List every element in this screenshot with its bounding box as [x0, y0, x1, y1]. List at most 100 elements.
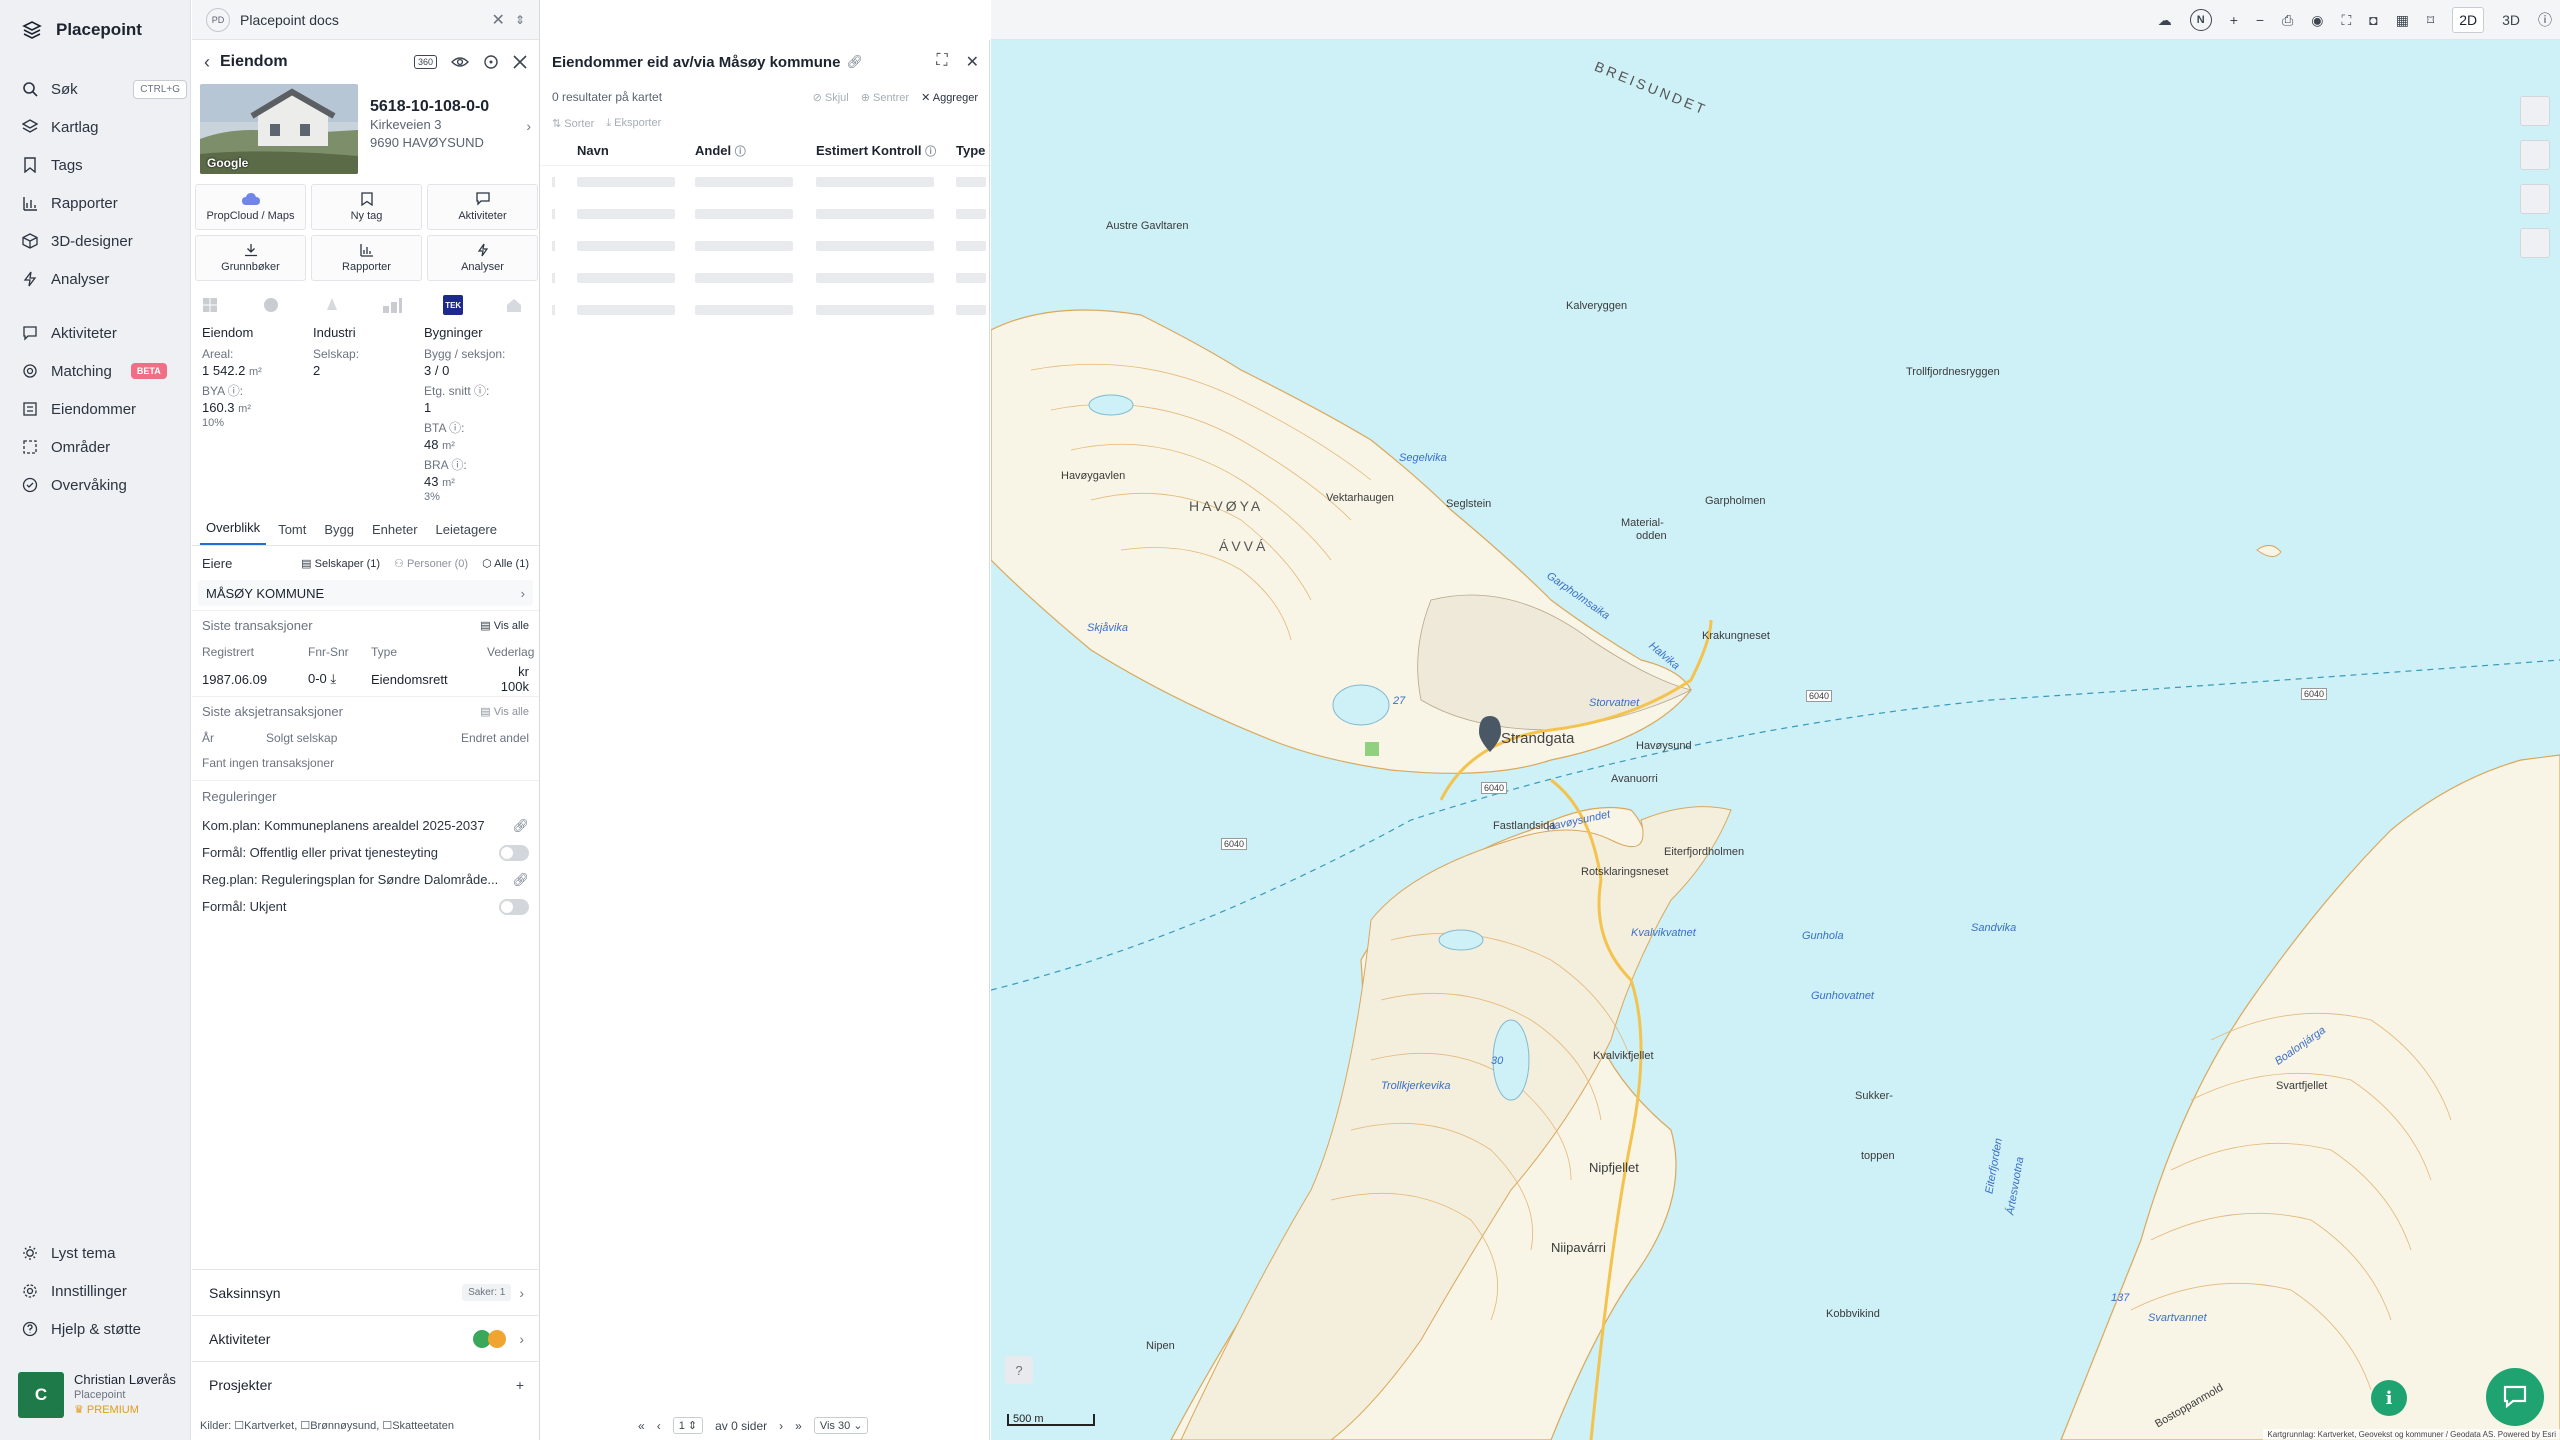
globe-layer-icon[interactable]: [261, 295, 281, 315]
mode-2d-button[interactable]: 2D: [2452, 7, 2485, 33]
info-icon[interactable]: ⓘ: [2538, 10, 2552, 30]
export-button[interactable]: ⤓ Eksporter: [606, 117, 661, 130]
land-registry-button[interactable]: Grunnbøker: [195, 235, 306, 281]
close-icon[interactable]: [513, 55, 527, 69]
grid-icon[interactable]: ▦: [2396, 12, 2409, 29]
nav-item-layers[interactable]: Kartlag: [22, 114, 187, 140]
analyses-button[interactable]: Analyser: [427, 235, 538, 281]
map-canvas[interactable]: BREISUNDET Austre Gavltaren Kalveryggen …: [991, 40, 2560, 1440]
help-icon[interactable]: ?: [1005, 1356, 1033, 1384]
case-access-section[interactable]: Saksinnsyn Saker: 1 ›: [192, 1269, 540, 1315]
street-view-360-icon[interactable]: 360: [413, 55, 437, 69]
tab-buildings[interactable]: Bygg: [318, 522, 360, 545]
center-button[interactable]: ⊕ Sentrer: [861, 91, 909, 104]
nav-item-matching[interactable]: Matching BETA: [22, 358, 187, 384]
fullscreen-icon[interactable]: ⛶: [936, 52, 947, 72]
print-icon[interactable]: ⎙: [2282, 12, 2293, 29]
eye-icon[interactable]: ◉: [2311, 12, 2323, 29]
regulation-item[interactable]: Kom.plan: Kommuneplanens arealdel 2025-2…: [192, 812, 539, 839]
grid-layer-icon[interactable]: [200, 295, 220, 315]
column-header-control[interactable]: Estimert Kontroll ⓘ: [816, 143, 956, 159]
link-icon[interactable]: 🔗︎: [846, 54, 863, 70]
nav-item-help[interactable]: Hjelp & støtte: [22, 1316, 187, 1342]
back-arrow-icon[interactable]: ‹: [204, 52, 210, 73]
bookmark-icon[interactable]: ⌑: [2427, 12, 2434, 29]
terrain-tool-icon[interactable]: [2520, 228, 2550, 258]
nav-item-activities[interactable]: Aktiviteter: [22, 320, 187, 346]
column-header-name[interactable]: Navn: [577, 143, 695, 158]
link-icon[interactable]: 🔗︎: [512, 818, 529, 834]
nav-item-areas[interactable]: Områder: [22, 434, 187, 460]
tab-lot[interactable]: Tomt: [272, 522, 312, 545]
table-row[interactable]: 1987.06.09 0-0 ⤓ Eiendomsrett kr 100k: [192, 664, 539, 694]
close-icon[interactable]: ✕: [492, 10, 505, 30]
show-all-transactions-link[interactable]: ▤ Vis alle: [480, 619, 529, 632]
sort-button[interactable]: ⇅ Sorter: [552, 117, 594, 130]
download-icon[interactable]: ⤓: [330, 671, 336, 686]
tek-icon[interactable]: TEK: [443, 295, 464, 315]
regulation-item[interactable]: Reg.plan: Reguleringsplan for Søndre Dal…: [192, 866, 539, 893]
new-tag-button[interactable]: Ny tag: [311, 184, 422, 230]
nav-item-light-theme[interactable]: Lyst tema: [22, 1240, 187, 1266]
reports-button[interactable]: Rapporter: [311, 235, 422, 281]
property-card[interactable]: Google 5618-10-108-0-0 Kirkeveien 3 9690…: [192, 84, 539, 178]
chevron-right-icon[interactable]: ›: [526, 118, 531, 134]
link-icon[interactable]: 🔗︎: [512, 872, 529, 888]
prev-page-icon[interactable]: ‹: [657, 1419, 661, 1433]
mode-3d-button[interactable]: 3D: [2502, 12, 2520, 28]
tab-overview[interactable]: Overblikk: [200, 520, 267, 545]
page-size-select[interactable]: Vis 30 ⌄: [813, 1417, 869, 1434]
eye-icon[interactable]: [451, 55, 469, 69]
ruler-tool-icon[interactable]: [2520, 140, 2550, 170]
info-icon[interactable]: i: [2371, 1380, 2407, 1416]
regulation-toggle[interactable]: [499, 844, 529, 861]
owner-item[interactable]: MÅSØY KOMMUNE ›: [198, 580, 533, 606]
street-view-photo[interactable]: Google: [200, 84, 358, 174]
document-tab[interactable]: PD Placepoint docs ✕ ⇕: [192, 0, 539, 40]
forest-layer-icon[interactable]: [322, 295, 342, 315]
close-icon[interactable]: ✕: [966, 52, 979, 72]
projects-section[interactable]: Prosjekter +: [192, 1361, 540, 1407]
nav-item-monitoring[interactable]: Overvåking: [22, 472, 187, 498]
expand-collapse-icon[interactable]: ⇕: [515, 13, 525, 27]
nav-item-3d-designer[interactable]: 3D-designer: [22, 228, 187, 254]
crosshair-icon[interactable]: [483, 54, 499, 70]
chat-support-button[interactable]: [2486, 1368, 2544, 1426]
tab-tenants[interactable]: Leietagere: [430, 522, 503, 545]
filter-companies[interactable]: ▤ Selskaper (1): [301, 557, 380, 570]
activities-section[interactable]: Aktiviteter ›: [192, 1315, 540, 1361]
chart-tool-icon[interactable]: [2520, 184, 2550, 214]
user-profile[interactable]: C Christian Løverås Placepoint ♛ PREMIUM: [18, 1372, 183, 1418]
brand[interactable]: Placepoint: [22, 20, 142, 40]
next-page-icon[interactable]: ›: [779, 1419, 783, 1433]
show-all-share-link[interactable]: ▤ Vis alle: [480, 705, 529, 718]
nav-item-search[interactable]: Søk CTRL+G: [22, 76, 187, 102]
select-tool-icon[interactable]: [2520, 96, 2550, 126]
building-layer-icon[interactable]: [382, 295, 403, 315]
nav-item-reports[interactable]: Rapporter: [22, 190, 187, 216]
first-page-icon[interactable]: «: [638, 1419, 645, 1433]
nav-item-analyses[interactable]: Analyser: [22, 266, 187, 292]
layers-stack-icon[interactable]: ☁: [2158, 12, 2172, 29]
propcloud-maps-button[interactable]: PropCloud / Maps: [195, 184, 306, 230]
filter-persons[interactable]: ⚇ Personer (0): [394, 557, 468, 570]
plus-icon[interactable]: +: [516, 1377, 524, 1393]
camera-icon[interactable]: ◘: [2369, 12, 2377, 28]
zoom-in-icon[interactable]: +: [2230, 12, 2238, 28]
nav-item-tags[interactable]: Tags: [22, 152, 187, 178]
aggregate-button[interactable]: ✕ Aggreger: [921, 91, 978, 104]
page-input[interactable]: 1 ⇕: [672, 1417, 704, 1434]
nav-item-properties[interactable]: Eiendommer: [22, 396, 187, 422]
regulation-toggle[interactable]: [499, 898, 529, 915]
home-layer-icon[interactable]: [504, 295, 524, 315]
hide-button[interactable]: ⊘ Skjul: [813, 91, 849, 104]
column-header-share[interactable]: Andel ⓘ: [695, 143, 816, 159]
zoom-out-icon[interactable]: −: [2256, 12, 2264, 28]
north-compass-button[interactable]: N: [2189, 9, 2212, 31]
filter-all[interactable]: ⬡ Alle (1): [482, 557, 529, 570]
last-page-icon[interactable]: »: [795, 1419, 802, 1433]
fullscreen-icon[interactable]: ⛶: [2341, 12, 2351, 29]
tab-units[interactable]: Enheter: [366, 522, 424, 545]
nav-item-settings[interactable]: Innstillinger: [22, 1278, 187, 1304]
activities-button[interactable]: Aktiviteter: [427, 184, 538, 230]
